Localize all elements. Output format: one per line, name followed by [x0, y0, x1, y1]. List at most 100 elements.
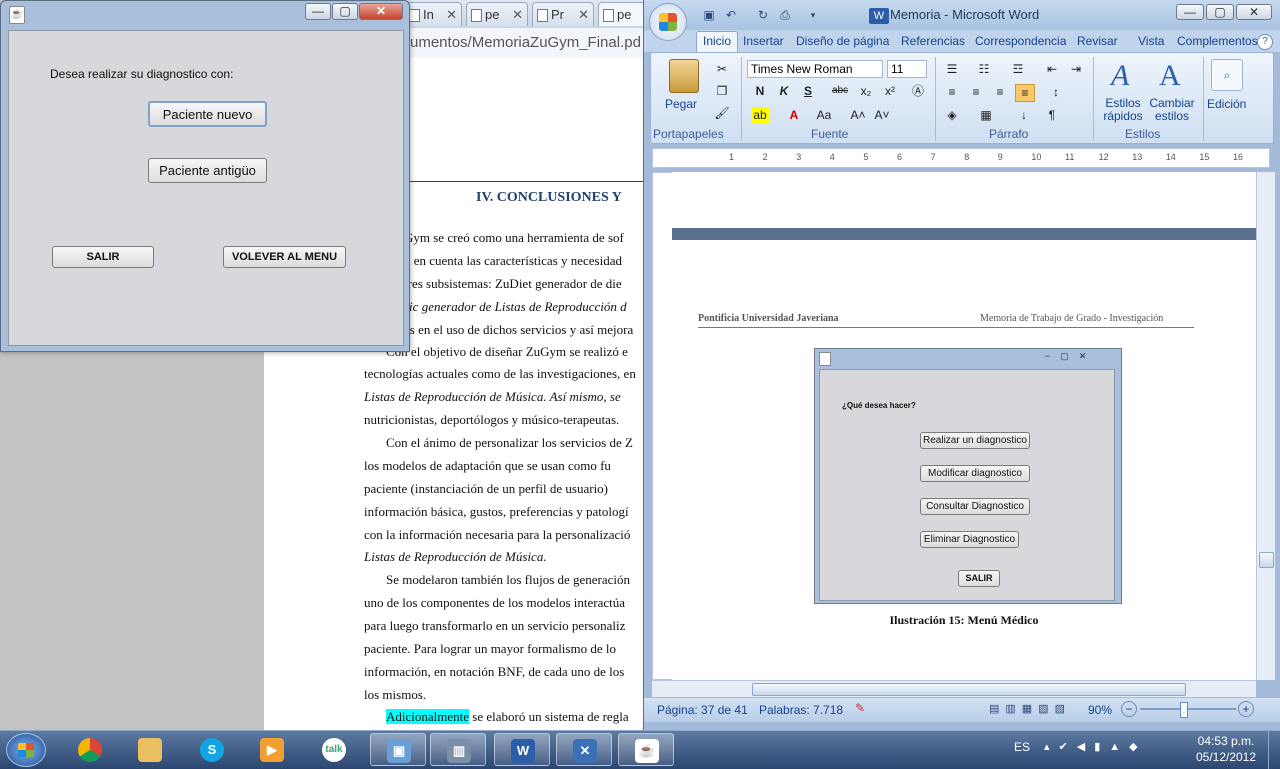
browser-tab[interactable]: Pr ✕ [532, 2, 594, 26]
view-buttons-icon[interactable]: ▤▥▦▧▨ [989, 702, 1071, 718]
find-icon[interactable]: ⌕ [1211, 59, 1243, 91]
clock-time[interactable]: 04:53 p.m. [1190, 734, 1262, 748]
new-patient-button[interactable]: Paciente nuevo [148, 101, 267, 127]
horizontal-scrollbar[interactable] [652, 680, 1256, 697]
taskbar-gtalk[interactable]: talk [306, 733, 362, 766]
horizontal-ruler[interactable]: 1 2 3 4 5 6 7 8 9 10 11 12 13 14 15 16 [652, 148, 1270, 168]
tab-revisar[interactable]: Revisar [1077, 34, 1118, 48]
word-title-bar[interactable]: ▣ ↶ ↻ ⎙ ▾ W Memoria - Microsoft Word — ▢… [644, 0, 1280, 41]
taskbar-skype[interactable]: S [184, 733, 240, 766]
vertical-scrollbar[interactable] [1256, 172, 1275, 680]
decrease-indent-icon[interactable]: ⇤ [1043, 61, 1061, 77]
tab-correspondencia[interactable]: Correspondencia [975, 34, 1066, 48]
line-spacing-icon[interactable]: ↕ [1047, 84, 1065, 100]
taskbar-explorer[interactable] [122, 733, 178, 766]
format-painter-icon[interactable]: 🖌 [713, 105, 731, 121]
bullets-icon[interactable]: ☰ [943, 61, 961, 77]
close-icon[interactable]: ✕ [578, 3, 589, 27]
close-icon[interactable]: ✕ [446, 3, 457, 27]
back-to-menu-button[interactable]: VOLEVER AL MENU [223, 246, 346, 268]
change-styles-button[interactable]: Cambiar estilos [1149, 97, 1195, 123]
customize-toolbar-icon[interactable]: ▾ [804, 7, 822, 23]
change-case-icon[interactable]: Aa [815, 107, 833, 123]
page-count-status[interactable]: Página: 37 de 41 [657, 703, 748, 717]
undo-icon[interactable]: ↶ [722, 7, 740, 23]
word-minimize-button[interactable]: — [1176, 4, 1204, 20]
browser-tab[interactable]: In ✕ [404, 2, 462, 26]
edit-button[interactable]: Edición [1207, 97, 1246, 111]
word-count-status[interactable]: Palabras: 7.718 [759, 703, 843, 717]
taskbar-java[interactable]: ☕ [618, 733, 674, 766]
quick-styles-button[interactable]: Estilos rápidos [1103, 97, 1143, 123]
justify-icon[interactable]: ≡ [1015, 84, 1035, 102]
start-button[interactable] [6, 733, 46, 767]
strikethrough-icon[interactable]: abc [831, 83, 849, 99]
proofing-icon[interactable]: ✎ [851, 701, 869, 717]
java-title-bar[interactable]: ☕ — ▢ ✕ [1, 1, 409, 28]
font-size-combo[interactable]: 11 [887, 60, 927, 78]
taskbar-word[interactable]: W [494, 733, 550, 766]
quick-styles-icon[interactable]: A [1111, 59, 1129, 93]
exit-button[interactable]: SALIR [52, 246, 154, 268]
highlight-icon[interactable]: ab [751, 107, 769, 123]
underline-icon[interactable]: S [799, 83, 817, 99]
tab-vista[interactable]: Vista [1138, 34, 1164, 48]
word-close-button[interactable]: ✕ [1236, 4, 1272, 20]
align-center-icon[interactable]: ≡ [967, 84, 985, 100]
hscroll-thumb[interactable] [752, 683, 1186, 696]
print-preview-icon[interactable]: ⎙ [776, 7, 794, 23]
increase-indent-icon[interactable]: ⇥ [1067, 61, 1085, 77]
align-left-icon[interactable]: ≡ [943, 84, 961, 100]
font-name-combo[interactable]: Times New Roman [747, 60, 883, 78]
shading-icon[interactable]: ◈ [943, 107, 961, 123]
tray-icons[interactable]: ▴✔◀▮▲◆ [1044, 740, 1147, 753]
tab-complementos[interactable]: Complementos [1177, 34, 1258, 48]
maximize-button[interactable]: ▢ [332, 3, 358, 20]
zoom-out-icon[interactable]: − [1121, 701, 1137, 717]
paste-button[interactable]: Pegar [665, 97, 697, 111]
word-maximize-button[interactable]: ▢ [1206, 4, 1234, 20]
address-bar[interactable]: umentos/MemoriaZuGym_Final.pd [400, 28, 660, 59]
cut-icon[interactable]: ✂ [713, 61, 731, 77]
superscript-icon[interactable]: x² [881, 83, 899, 99]
show-desktop-button[interactable] [1268, 731, 1280, 769]
zoom-slider[interactable] [1140, 708, 1236, 710]
scroll-thumb[interactable] [1259, 552, 1274, 568]
zoom-slider-thumb[interactable] [1180, 702, 1188, 718]
font-color-icon[interactable]: A [785, 107, 803, 123]
tab-diseno-pagina[interactable]: Diseño de página [796, 34, 889, 48]
sort-icon[interactable]: ↓ [1015, 107, 1033, 123]
browser-tab[interactable]: pe ✕ [466, 2, 528, 26]
zoom-in-icon[interactable]: + [1238, 701, 1254, 717]
taskbar-netbeans[interactable]: ✕ [556, 733, 612, 766]
italic-icon[interactable]: K [775, 83, 793, 99]
help-icon[interactable]: ? [1257, 34, 1273, 50]
minimize-button[interactable]: — [305, 3, 331, 20]
tab-insertar[interactable]: Insertar [743, 34, 784, 48]
multilevel-list-icon[interactable]: ☲ [1009, 61, 1027, 77]
tab-inicio[interactable]: Inicio [696, 31, 739, 52]
zoom-level[interactable]: 90% [1088, 703, 1112, 717]
old-patient-button[interactable]: Paciente antigüo [148, 158, 267, 183]
office-button[interactable] [649, 3, 687, 41]
change-styles-icon[interactable]: A [1159, 59, 1181, 93]
tab-referencias[interactable]: Referencias [901, 34, 965, 48]
align-right-icon[interactable]: ≡ [991, 84, 1009, 100]
close-button[interactable]: ✕ [359, 3, 403, 20]
clock-date[interactable]: 05/12/2012 [1190, 750, 1262, 764]
subscript-icon[interactable]: x₂ [857, 83, 875, 99]
borders-icon[interactable]: ▦ [977, 107, 995, 123]
shrink-font-icon[interactable]: A˅ [873, 107, 891, 123]
taskbar-database[interactable]: ▥ [430, 733, 486, 766]
taskbar-chrome[interactable] [62, 733, 118, 766]
save-icon[interactable]: ▣ [700, 7, 718, 23]
grow-font-icon[interactable]: A˄ [849, 107, 867, 123]
taskbar-virtualbox[interactable]: ▣ [370, 733, 426, 766]
taskbar-media[interactable]: ▶ [244, 733, 300, 766]
language-indicator[interactable]: ES [1014, 740, 1030, 754]
bold-icon[interactable]: N [751, 83, 769, 99]
show-formatting-icon[interactable]: ¶ [1043, 107, 1061, 123]
redo-icon[interactable]: ↻ [754, 7, 772, 23]
close-icon[interactable]: ✕ [512, 3, 523, 27]
paste-icon[interactable] [669, 59, 699, 93]
